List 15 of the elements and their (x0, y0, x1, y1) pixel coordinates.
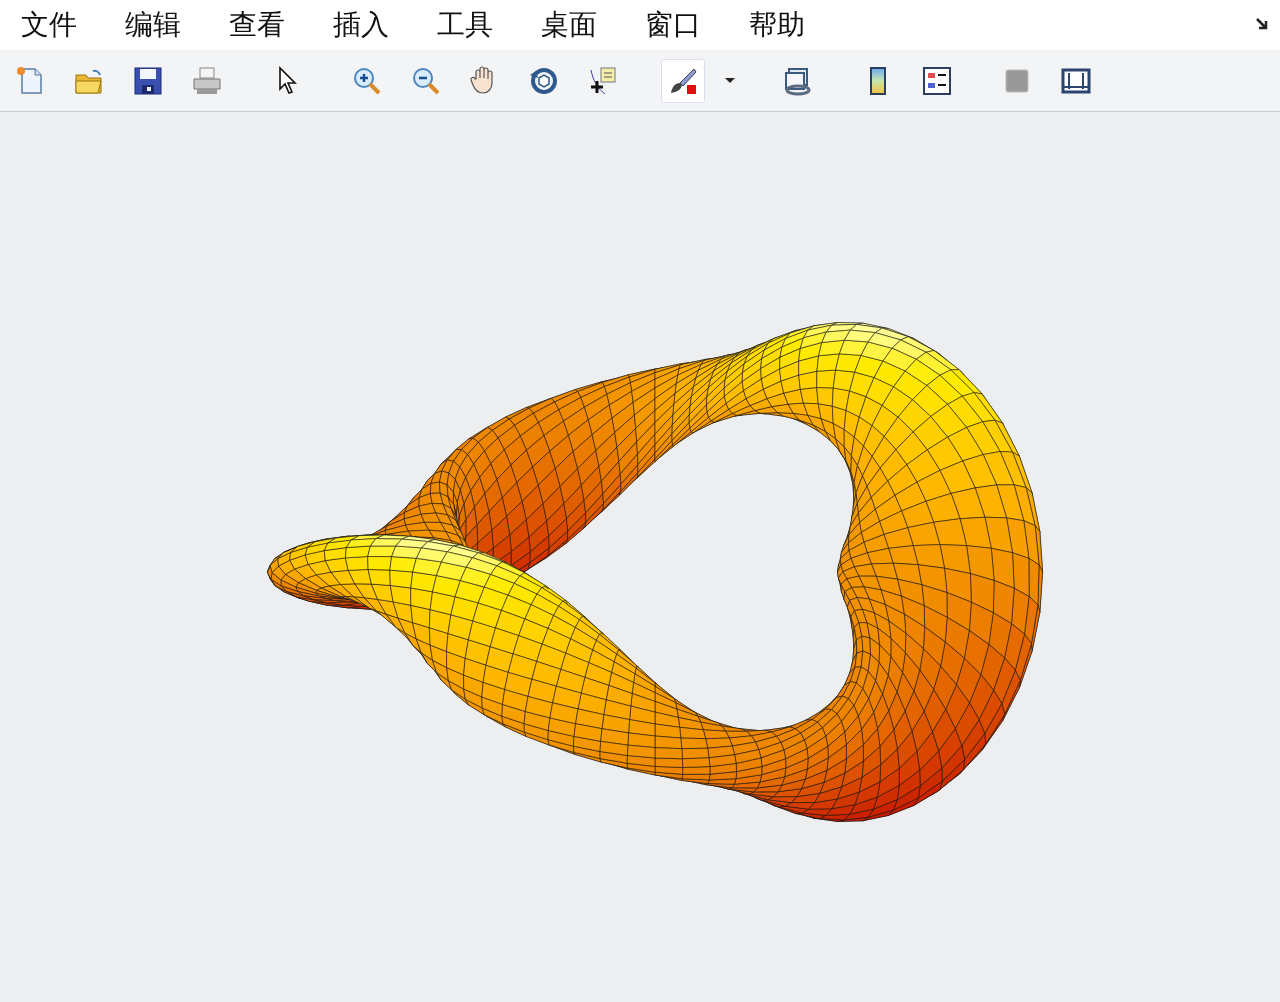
legend-icon (921, 64, 953, 97)
menu-item[interactable]: 工具 (426, 0, 504, 50)
menu-item[interactable]: 窗口 (634, 0, 712, 50)
menu-item[interactable]: 编辑 (114, 0, 192, 50)
menu-item[interactable]: 帮助 (738, 0, 816, 50)
brush-button[interactable] (661, 58, 705, 103)
dock-arrow-icon[interactable] (1254, 16, 1270, 32)
menu-item[interactable]: 查看 (218, 0, 296, 50)
menu-item[interactable]: 桌面 (530, 0, 608, 50)
menu-item[interactable]: 插入 (322, 0, 400, 50)
print-icon (191, 64, 223, 97)
save-icon (132, 64, 164, 97)
dropdown-icon (725, 78, 735, 83)
menu-item[interactable]: 文件 (10, 0, 88, 50)
data-cursor-icon (587, 64, 619, 97)
